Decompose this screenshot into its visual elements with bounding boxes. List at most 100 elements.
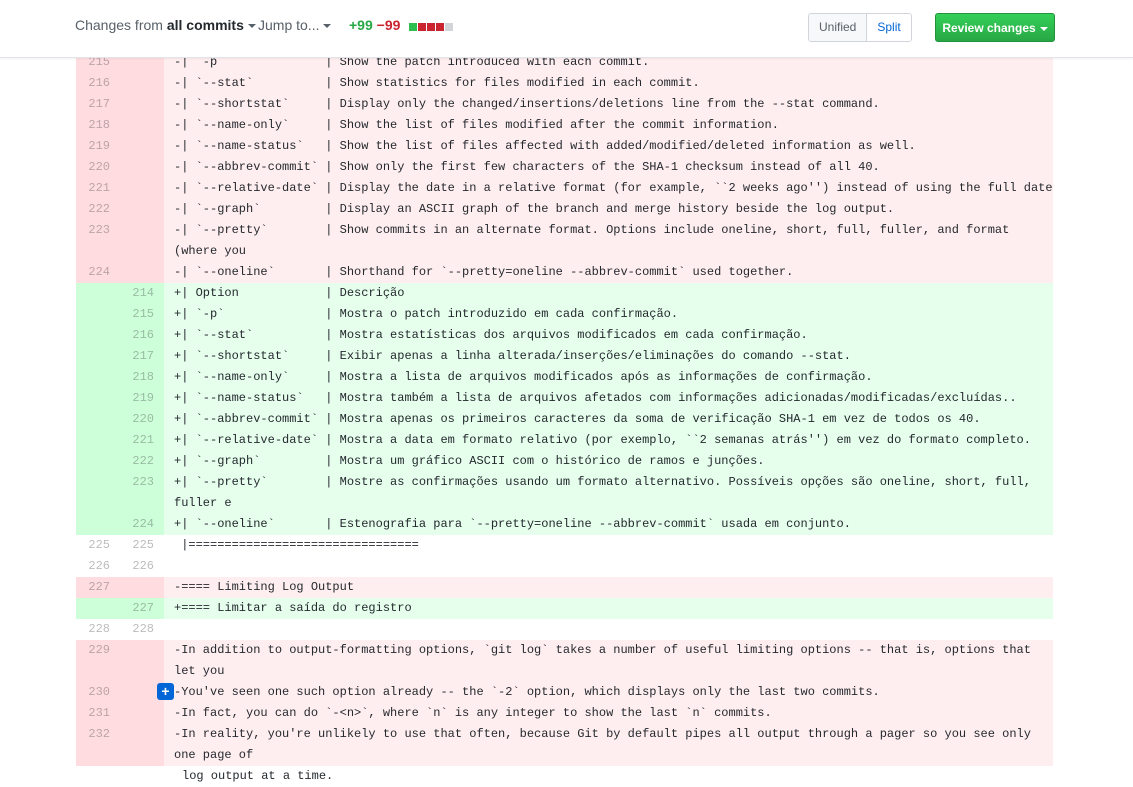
- old-line-number[interactable]: [76, 598, 120, 619]
- old-line-number[interactable]: [76, 472, 120, 514]
- old-line-number[interactable]: 227: [76, 577, 120, 598]
- old-line-number[interactable]: 229: [76, 640, 120, 682]
- code-line: +| `--shortstat` | Exibir apenas a linha…: [164, 346, 1053, 367]
- new-line-number[interactable]: 218: [120, 367, 164, 388]
- new-line-number[interactable]: [120, 577, 164, 598]
- old-line-number[interactable]: [76, 388, 120, 409]
- code-text: +| `--oneline` | Estenografia para `--pr…: [174, 517, 851, 531]
- diff-line-del: 216 -| `--stat` | Show statistics for fil…: [76, 73, 1053, 94]
- old-line-number[interactable]: [76, 430, 120, 451]
- new-line-number[interactable]: [120, 262, 164, 283]
- code-text: -In reality, you're unlikely to use that…: [174, 727, 1039, 762]
- new-line-number[interactable]: 228: [120, 619, 164, 640]
- new-line-number[interactable]: 215: [120, 304, 164, 325]
- old-line-number[interactable]: 226: [76, 556, 120, 577]
- old-line-number[interactable]: [76, 283, 120, 304]
- new-line-number[interactable]: [120, 157, 164, 178]
- old-line-number[interactable]: 221: [76, 178, 120, 199]
- old-line-number[interactable]: 232: [76, 724, 120, 766]
- unified-button[interactable]: Unified: [809, 14, 868, 41]
- old-line-number[interactable]: 216: [76, 73, 120, 94]
- new-line-number[interactable]: [120, 724, 164, 766]
- code-line: +| `--oneline` | Estenografia para `--pr…: [164, 514, 1053, 535]
- old-line-number[interactable]: 217: [76, 94, 120, 115]
- new-line-number[interactable]: 223: [120, 472, 164, 514]
- new-line-number[interactable]: 226: [120, 556, 164, 577]
- code-line: -| `--name-status` | Show the list of fi…: [164, 136, 1053, 157]
- code-line: -| `--name-only` | Show the list of file…: [164, 115, 1053, 136]
- old-line-number[interactable]: 228: [76, 619, 120, 640]
- old-line-number[interactable]: 219: [76, 136, 120, 157]
- code-line: -| `--relative-date` | Display the date …: [164, 178, 1053, 216]
- code-line: [164, 556, 1053, 577]
- new-line-number[interactable]: 225: [120, 535, 164, 556]
- diff-toolbar: Changes from all commits Jump to... +99 …: [0, 0, 1133, 58]
- new-line-number[interactable]: [120, 703, 164, 724]
- diff-line-add: 221 +| `--relative-date` | Mostra a data …: [76, 430, 1053, 451]
- code-line: -| `--stat` | Show statistics for files …: [164, 73, 1053, 94]
- new-line-number[interactable]: [120, 220, 164, 262]
- code-text: +| `--abbrev-commit` | Mostra apenas os …: [174, 412, 981, 426]
- old-line-number[interactable]: 224: [76, 262, 120, 283]
- new-line-number[interactable]: [120, 136, 164, 157]
- diff-line-del: 223 -| `--pretty` | Show commits in an al…: [76, 220, 1053, 279]
- new-line-number[interactable]: [120, 640, 164, 682]
- new-line-number[interactable]: 219: [120, 388, 164, 409]
- jump-to-dropdown[interactable]: Jump to...: [258, 17, 332, 33]
- old-line-number[interactable]: 223: [76, 220, 120, 262]
- diff-line-add: 222 +| `--graph` | Mostra um gráfico ASCI…: [76, 451, 1053, 472]
- code-text: -| `--pretty` | Show commits in an alter…: [174, 223, 1017, 258]
- old-line-number[interactable]: 225: [76, 535, 120, 556]
- diff-line-ctx: 228 228: [76, 619, 1053, 640]
- new-line-number[interactable]: 227: [120, 598, 164, 619]
- old-line-number[interactable]: [76, 451, 120, 472]
- code-text: +| `--shortstat` | Exibir apenas a linha…: [174, 349, 851, 363]
- new-line-number[interactable]: 224: [120, 514, 164, 535]
- code-line: -| `--shortstat` | Display only the chan…: [164, 94, 1053, 115]
- old-line-number[interactable]: 230: [76, 682, 120, 703]
- new-line-number[interactable]: 217: [120, 346, 164, 367]
- code-text: +| `--graph` | Mostra um gráfico ASCII c…: [174, 454, 765, 468]
- diff-line-add: 224 +| `--oneline` | Estenografia para `-…: [76, 514, 1053, 535]
- new-line-number[interactable]: 221: [120, 430, 164, 451]
- code-line: +| `--graph` | Mostra um gráfico ASCII c…: [164, 451, 1053, 472]
- diff-line-del: 224 -| `--oneline` | Shorthand for `--pre…: [76, 262, 1053, 283]
- old-line-number[interactable]: [76, 367, 120, 388]
- old-line-number[interactable]: [76, 325, 120, 346]
- new-line-number[interactable]: [120, 178, 164, 199]
- changes-from-dropdown[interactable]: Changes from all commits: [75, 17, 256, 33]
- code-text: -You've seen one such option already -- …: [174, 685, 880, 699]
- new-line-number[interactable]: 216: [120, 325, 164, 346]
- new-line-number[interactable]: 220: [120, 409, 164, 430]
- diff-line-add: 215 +| `-p` | Mostra o patch introduzido …: [76, 304, 1053, 325]
- diff-line-add: 217 +| `--shortstat` | Exibir apenas a li…: [76, 346, 1053, 367]
- old-line-number[interactable]: [76, 409, 120, 430]
- new-line-number[interactable]: 214: [120, 283, 164, 304]
- add-comment-button[interactable]: +: [157, 683, 174, 700]
- diff-line-del: 218 -| `--name-only` | Show the list of f…: [76, 115, 1053, 136]
- new-line-number[interactable]: 222: [120, 451, 164, 472]
- split-button[interactable]: Split: [867, 14, 911, 41]
- diff-line-add: 227 +==== Limitar a saída do registro: [76, 598, 1053, 619]
- review-changes-button[interactable]: Review changes: [935, 13, 1055, 42]
- old-line-number[interactable]: [76, 514, 120, 535]
- code-line: -In reality, you're unlikely to use that…: [164, 724, 1053, 783]
- new-line-number[interactable]: [120, 73, 164, 94]
- code-text: +| `-p` | Mostra o patch introduzido em …: [174, 307, 679, 321]
- code-line: +| `-p` | Mostra o patch introduzido em …: [164, 304, 1053, 325]
- old-line-number[interactable]: 218: [76, 115, 120, 136]
- code-line: -| `--pretty` | Show commits in an alter…: [164, 220, 1053, 279]
- new-line-number[interactable]: [120, 94, 164, 115]
- old-line-number[interactable]: [76, 346, 120, 367]
- old-line-number[interactable]: 231: [76, 703, 120, 724]
- diff-line-add: 220 +| `--abbrev-commit` | Mostra apenas …: [76, 409, 1053, 430]
- diff-line-del: 220 -| `--abbrev-commit` | Show only the …: [76, 157, 1053, 178]
- code-line: -| `--abbrev-commit` | Show only the fir…: [164, 157, 1053, 178]
- new-line-number[interactable]: [120, 115, 164, 136]
- old-line-number[interactable]: 222: [76, 199, 120, 220]
- old-line-number[interactable]: 220: [76, 157, 120, 178]
- code-line: [164, 619, 1053, 640]
- new-line-number[interactable]: [120, 199, 164, 220]
- old-line-number[interactable]: [76, 304, 120, 325]
- chevron-down-icon: [323, 24, 332, 29]
